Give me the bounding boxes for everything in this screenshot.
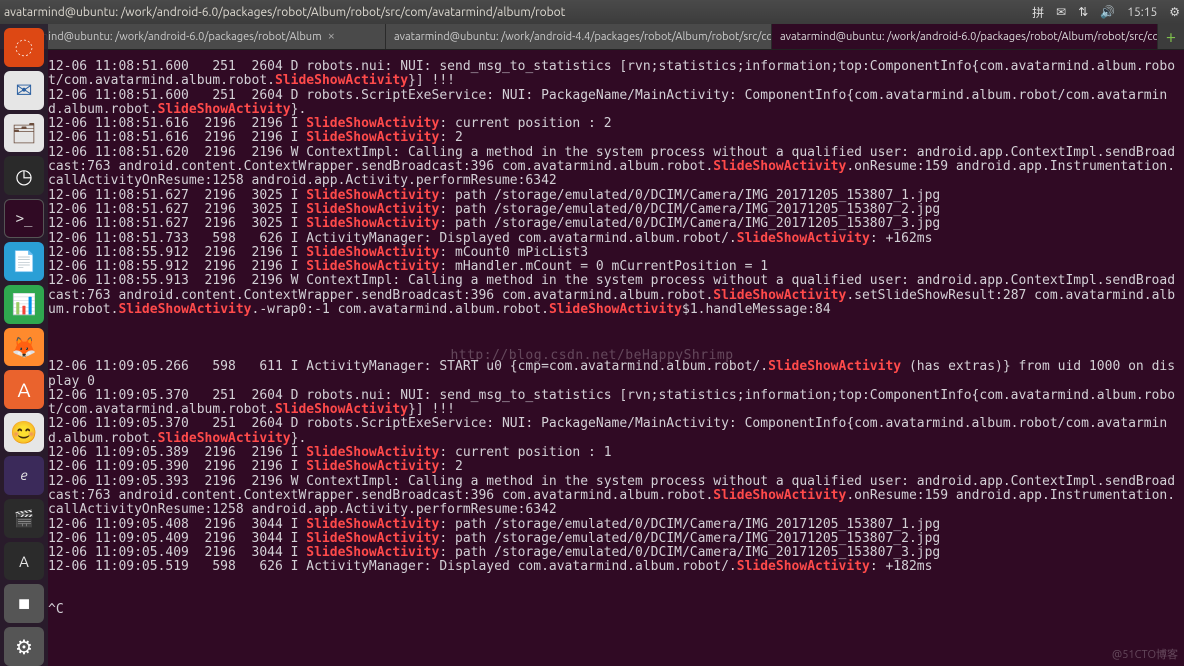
tab-1[interactable]: avatarmind@ubuntu: /work/android-4.4/pac… — [386, 24, 772, 49]
smile-icon: 😊 — [10, 420, 37, 446]
launcher-item-calc[interactable]: 📊 — [4, 285, 44, 324]
launcher-item-software[interactable]: A — [4, 370, 44, 409]
square-icon: ■ — [18, 591, 30, 616]
launcher-item-settings[interactable]: ⚙ — [4, 627, 44, 666]
folder-icon: 🗂 — [11, 121, 36, 145]
unity-launcher: ◌ ✉ 🗂 ◷ >_ 📄 📊 🦊 A 😊 e 🎬 A ■ ⚙ — [0, 24, 48, 666]
menu-bar: avatarmind@ubuntu: /work/android-6.0/pac… — [0, 0, 1184, 24]
launcher-item-cheese[interactable]: 😊 — [4, 413, 44, 452]
launcher-item-files[interactable]: 🗂 — [4, 114, 44, 153]
document-icon: 📄 — [12, 249, 37, 273]
ubuntu-icon: ◌ — [16, 36, 33, 59]
launcher-item-terminal[interactable]: >_ — [4, 199, 44, 238]
launcher-item-eclipse[interactable]: e — [4, 456, 44, 495]
gear-icon: ⚙ — [15, 635, 33, 659]
session-gear-icon[interactable]: ⚙ — [1169, 5, 1180, 19]
launcher-item-chromium[interactable]: ◷ — [4, 156, 44, 195]
network-icon[interactable]: ⇅ — [1078, 5, 1088, 19]
launcher-item-unknown[interactable]: ■ — [4, 584, 44, 623]
terminal-icon: >_ — [16, 211, 33, 227]
spreadsheet-icon: 📊 — [12, 292, 37, 316]
launcher-item-thunderbird[interactable]: ✉ — [4, 71, 44, 110]
firefox-icon: 🦊 — [12, 335, 37, 359]
tab-label: avatarmind@ubuntu: /work/android-4.4/pac… — [394, 31, 772, 43]
launcher-item-video[interactable]: 🎬 — [4, 499, 44, 538]
bag-icon: A — [18, 378, 31, 401]
launcher-item-firefox[interactable]: 🦊 — [4, 328, 44, 367]
chromium-icon: ◷ — [15, 164, 32, 188]
tab-0[interactable]: avatarmind@ubuntu: /work/android-6.0/pac… — [0, 24, 386, 49]
mail-icon: ✉ — [16, 78, 33, 102]
android-icon: A — [19, 553, 29, 570]
tab-2[interactable]: avatarmind@ubuntu: /work/android-6.0/pac… — [772, 24, 1158, 49]
window-title: avatarmind@ubuntu: /work/android-6.0/pac… — [4, 6, 1032, 19]
eclipse-icon: e — [20, 467, 27, 483]
mail-icon[interactable]: ✉ — [1056, 5, 1066, 19]
launcher-item-androidstudio[interactable]: A — [4, 542, 44, 581]
clapper-icon: 🎬 — [14, 509, 34, 528]
new-tab-button[interactable]: + — [1158, 24, 1184, 49]
volume-icon[interactable]: 🔊 — [1100, 5, 1115, 19]
tab-label: avatarmind@ubuntu: /work/android-6.0/pac… — [8, 31, 322, 43]
system-tray[interactable]: 拼 ✉ ⇅ 🔊 15:15 ⚙ — [1032, 4, 1180, 21]
watermark: http://blog.csdn.net/beHappyShrimp — [450, 348, 733, 363]
close-icon[interactable]: × — [328, 30, 335, 43]
tab-label: avatarmind@ubuntu: /work/android-6.0/pac… — [780, 31, 1158, 43]
watermark2: @51CTO博客 — [1112, 646, 1178, 662]
terminal-tabs: avatarmind@ubuntu: /work/android-6.0/pac… — [0, 24, 1184, 50]
launcher-item-writer[interactable]: 📄 — [4, 242, 44, 281]
clock[interactable]: 15:15 — [1127, 6, 1157, 19]
launcher-item-dash[interactable]: ◌ — [4, 28, 44, 67]
ime-indicator[interactable]: 拼 — [1032, 4, 1044, 21]
